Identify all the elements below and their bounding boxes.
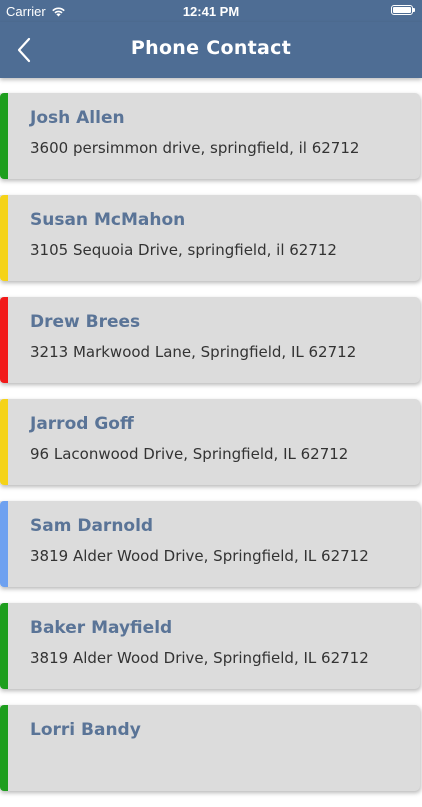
- contact-name: Josh Allen: [30, 108, 125, 128]
- status-time: 12:41 PM: [182, 4, 240, 19]
- status-stripe: [0, 501, 8, 587]
- contact-card[interactable]: Sam Darnold 3819 Alder Wood Drive, Spring…: [0, 501, 420, 587]
- status-stripe: [0, 93, 8, 179]
- contact-card[interactable]: Lorri Bandy: [0, 705, 420, 791]
- contact-name: Susan McMahon: [30, 210, 186, 230]
- status-stripe: [0, 297, 8, 383]
- contact-address: 3105 Sequoia Drive, springfield, il 6271…: [30, 241, 337, 259]
- nav-bar: Phone Contact: [0, 22, 422, 78]
- contact-card[interactable]: Baker Mayfield 3819 Alder Wood Drive, Spr…: [0, 603, 420, 689]
- status-stripe: [0, 705, 8, 791]
- contact-card[interactable]: Jarrod Goff 96 Laconwood Drive, Springfie…: [0, 399, 420, 485]
- contact-name: Sam Darnold: [30, 516, 154, 536]
- contact-card[interactable]: Drew Brees 3213 Markwood Lane, Springfiel…: [0, 297, 420, 383]
- contact-address: 3819 Alder Wood Drive, Springfield, IL 6…: [30, 649, 369, 667]
- battery-icon: [391, 5, 415, 15]
- status-stripe: [0, 399, 8, 485]
- battery-fill: [393, 7, 411, 13]
- contact-card[interactable]: Josh Allen 3600 persimmon drive, springfi…: [0, 93, 420, 179]
- status-stripe: [0, 603, 8, 689]
- page-title: Phone Contact: [130, 37, 292, 59]
- contact-address: 3600 persimmon drive, springfield, il 62…: [30, 139, 360, 157]
- contact-address: 3213 Markwood Lane, Springfield, IL 6271…: [30, 343, 357, 361]
- contact-address: 96 Laconwood Drive, Springfield, IL 6271…: [30, 445, 349, 463]
- contact-card[interactable]: Susan McMahon 3105 Sequoia Drive, springf…: [0, 195, 420, 281]
- contact-name: Baker Mayfield: [30, 618, 173, 638]
- contact-list: Josh Allen 3600 persimmon drive, springfi…: [0, 93, 422, 807]
- contact-name: Jarrod Goff: [30, 414, 134, 434]
- battery-tip: [413, 8, 415, 12]
- status-stripe: [0, 195, 8, 281]
- contact-address: 3819 Alder Wood Drive, Springfield, IL 6…: [30, 547, 369, 565]
- contact-name: Lorri Bandy: [30, 720, 141, 740]
- contact-name: Drew Brees: [30, 312, 141, 332]
- status-bar: Carrier 12:41 PM: [0, 0, 422, 22]
